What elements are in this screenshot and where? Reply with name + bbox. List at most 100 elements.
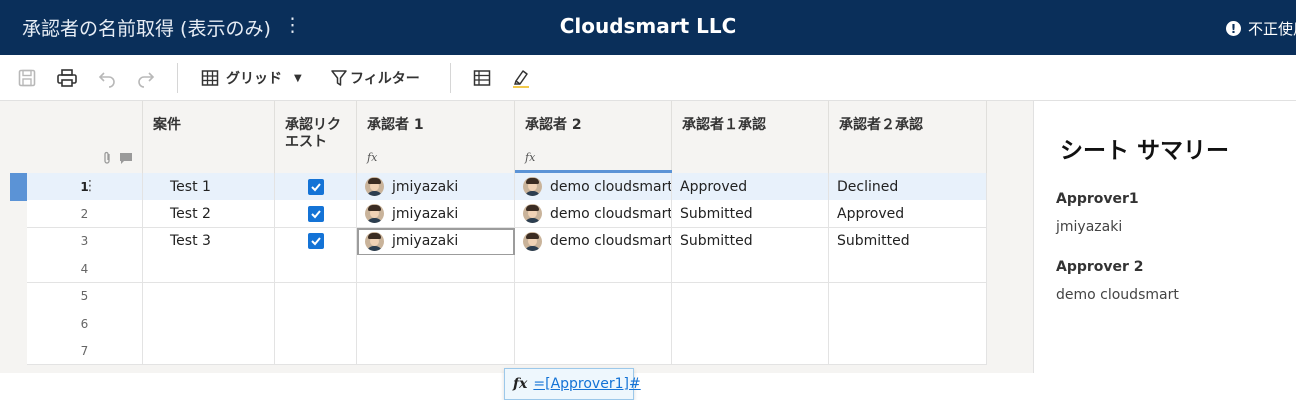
column-header-a2_status[interactable]: 承認者２承認: [829, 101, 987, 173]
cell-approver1[interactable]: [357, 255, 515, 284]
column-header-label: 承認リク エスト: [285, 117, 341, 150]
cell-case[interactable]: Test 3: [143, 227, 275, 256]
cell-a2_status[interactable]: Approved: [829, 200, 987, 229]
cell-checked[interactable]: [275, 337, 357, 366]
column-header-checked[interactable]: 承認リク エスト: [275, 101, 357, 173]
redo-icon[interactable]: [136, 67, 156, 89]
attachment-icon: [104, 151, 110, 164]
org-name: Cloudsmart LLC: [559, 14, 737, 38]
toolbar: グリッド ▼ フィルター: [0, 55, 1296, 101]
cell-a2_status[interactable]: [829, 310, 987, 338]
cell-case[interactable]: [143, 282, 275, 311]
avatar: [365, 231, 384, 251]
formula-fx-icon: fx: [513, 376, 528, 392]
toolbar-divider: [177, 63, 178, 93]
cell-a1_status[interactable]: Submitted: [672, 200, 829, 229]
cell-approver2[interactable]: [515, 282, 672, 311]
grid-view-label: グリッド: [226, 71, 282, 87]
cell-a2_status[interactable]: Declined: [829, 173, 987, 201]
row-number: 4: [27, 255, 143, 284]
cell-a1_status[interactable]: Submitted: [672, 227, 829, 256]
column-header-a1_status[interactable]: 承認者１承認: [672, 101, 829, 173]
avatar: [523, 204, 542, 224]
cell-a1_status[interactable]: [672, 255, 829, 284]
cell-checked[interactable]: [275, 200, 357, 229]
cell-approver2[interactable]: demo cloudsmart: [515, 227, 672, 256]
abuse-report-link[interactable]: ! 不正使用: [1226, 18, 1296, 39]
summary-field-value[interactable]: jmiyazaki: [1056, 219, 1122, 235]
cell-case[interactable]: [143, 310, 275, 338]
save-icon[interactable]: [17, 67, 37, 89]
cell-approver1[interactable]: [357, 310, 515, 338]
cell-a1_status[interactable]: [672, 337, 829, 366]
cell-a2_status[interactable]: Submitted: [829, 227, 987, 256]
summary-field-value[interactable]: demo cloudsmart: [1056, 287, 1179, 303]
chevron-down-icon: ▼: [294, 72, 302, 84]
cell-approver2[interactable]: [515, 255, 672, 284]
column-header-approver1[interactable]: 承認者 1 fx: [357, 101, 515, 173]
row-header-corner: [27, 101, 143, 173]
form-icon[interactable]: [472, 67, 492, 89]
cell-approver2[interactable]: [515, 310, 672, 338]
cell-approver1[interactable]: [357, 282, 515, 311]
sheet-summary-panel: シート サマリー Approver1 jmiyazaki Approver 2 …: [1033, 101, 1296, 373]
row-menu-icon[interactable]: ⋮: [83, 178, 97, 194]
cell-a1_status[interactable]: [672, 282, 829, 311]
cell-approver1[interactable]: [357, 337, 515, 366]
column-header-label: 承認者 1: [367, 117, 424, 133]
cell-case[interactable]: Test 1: [143, 173, 275, 201]
sheet-menu-icon[interactable]: ⋮: [283, 14, 302, 36]
cell-approver2[interactable]: demo cloudsmart: [515, 200, 672, 229]
filter-button[interactable]: フィルター: [330, 67, 420, 89]
cell-approver1[interactable]: jmiyazaki: [357, 227, 515, 256]
cell-case[interactable]: [143, 255, 275, 284]
cell-checked[interactable]: [275, 255, 357, 284]
toolbar-divider: [450, 63, 451, 93]
column-header-case[interactable]: 案件: [143, 101, 275, 173]
contact-name: demo cloudsmart: [550, 233, 672, 250]
contact-name: jmiyazaki: [392, 178, 459, 195]
cell-checked[interactable]: [275, 227, 357, 256]
print-icon[interactable]: [56, 67, 78, 89]
cell-a2_status[interactable]: [829, 337, 987, 366]
top-header: 承認者の名前取得 (表示のみ) ⋮ Cloudsmart LLC ! 不正使用: [0, 0, 1296, 55]
summary-title: シート サマリー: [1060, 138, 1230, 164]
cell-approver2[interactable]: demo cloudsmart: [515, 173, 672, 201]
column-formula-icon: fx: [367, 151, 378, 164]
cell-a2_status[interactable]: [829, 282, 987, 311]
row-gutter: [0, 101, 27, 373]
avatar: [365, 204, 384, 224]
cell-approver1[interactable]: jmiyazaki: [357, 173, 515, 201]
cell-a1_status[interactable]: [672, 310, 829, 338]
comment-icon: [120, 153, 132, 164]
alert-icon: !: [1226, 21, 1241, 36]
cell-approver2[interactable]: [515, 337, 672, 366]
contact-name: jmiyazaki: [392, 205, 459, 222]
undo-icon[interactable]: [97, 67, 117, 89]
avatar: [365, 177, 384, 196]
cell-case[interactable]: [143, 337, 275, 366]
formula-text[interactable]: =[Approver1]#: [533, 376, 640, 392]
column-header-label: 承認者２承認: [839, 117, 923, 133]
sheet-title[interactable]: 承認者の名前取得 (表示のみ): [22, 14, 271, 41]
row-number: 7: [27, 337, 143, 366]
cell-a1_status[interactable]: Approved: [672, 173, 829, 201]
cell-checked[interactable]: [275, 310, 357, 338]
contact-name: demo cloudsmart: [550, 205, 672, 222]
row-number: 5: [27, 282, 143, 311]
highlight-icon[interactable]: [511, 67, 531, 89]
cell-checked[interactable]: [275, 282, 357, 311]
cell-approver1[interactable]: jmiyazaki: [357, 200, 515, 229]
checkbox-checked-icon[interactable]: [307, 178, 324, 195]
column-header-label: 案件: [153, 117, 181, 133]
column-formula-icon: fx: [525, 151, 536, 164]
cell-case[interactable]: Test 2: [143, 200, 275, 229]
checkbox-checked-icon[interactable]: [307, 205, 324, 222]
column-header-approver2[interactable]: 承認者 2 fx: [515, 101, 672, 173]
cell-a2_status[interactable]: [829, 255, 987, 284]
grid-view-dropdown[interactable]: グリッド ▼: [200, 67, 302, 89]
row-number: 3: [27, 227, 143, 256]
cell-checked[interactable]: [275, 173, 357, 201]
avatar: [523, 231, 542, 251]
checkbox-checked-icon[interactable]: [307, 233, 324, 250]
